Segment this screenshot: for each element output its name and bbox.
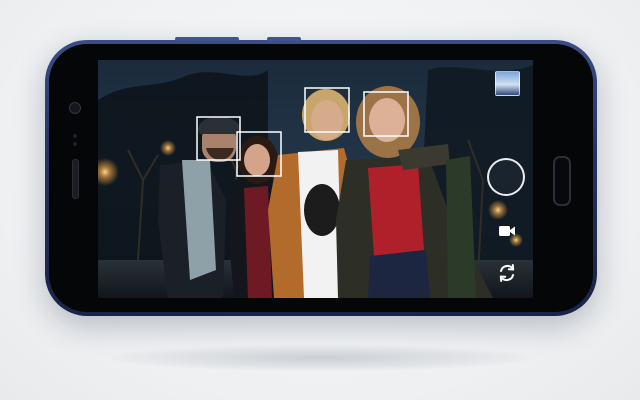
video-camera-icon[interactable] bbox=[498, 224, 516, 238]
viewfinder-scene[interactable] bbox=[98, 60, 533, 298]
switch-camera-icon[interactable] bbox=[497, 263, 517, 283]
proximity-sensor bbox=[73, 134, 77, 138]
front-camera-icon bbox=[69, 102, 81, 114]
product-stage bbox=[0, 0, 640, 400]
light-sensor bbox=[73, 142, 77, 146]
earpiece-speaker bbox=[72, 159, 79, 199]
power-button bbox=[267, 37, 301, 41]
floor-shadow bbox=[110, 345, 530, 371]
volume-button bbox=[175, 37, 239, 41]
gallery-thumbnail-icon[interactable] bbox=[495, 71, 520, 96]
camera-screen bbox=[98, 60, 533, 298]
home-button[interactable] bbox=[553, 156, 571, 206]
shutter-ring-icon[interactable] bbox=[487, 158, 525, 196]
